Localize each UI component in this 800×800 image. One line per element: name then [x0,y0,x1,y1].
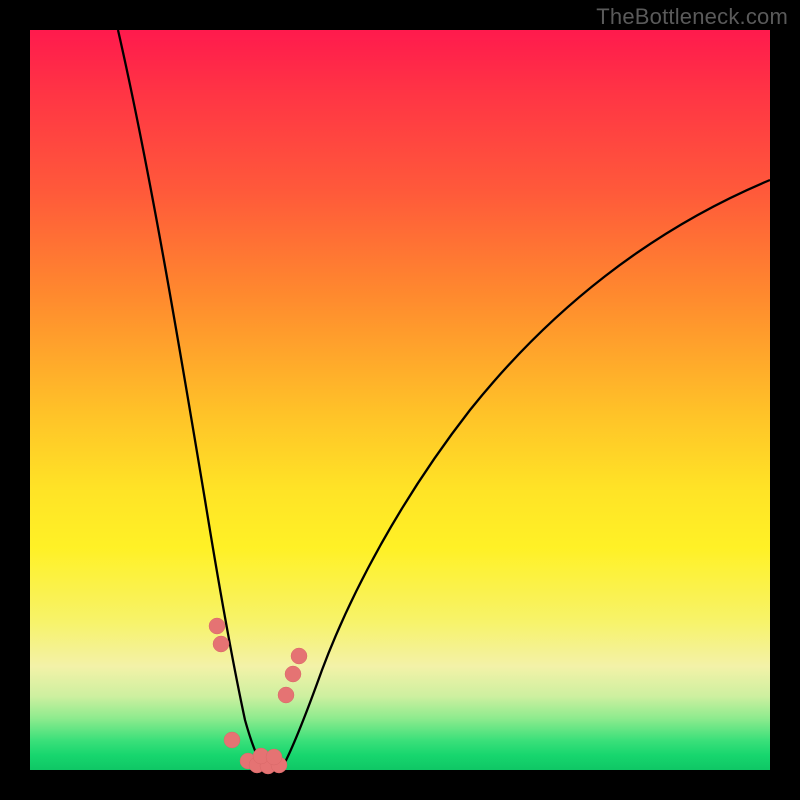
chart-svg [30,30,770,770]
threshold-markers [209,618,307,774]
right-curve [282,180,770,768]
chart-frame: TheBottleneck.com [0,0,800,800]
watermark-text: TheBottleneck.com [596,4,788,30]
left-curve [118,30,264,768]
